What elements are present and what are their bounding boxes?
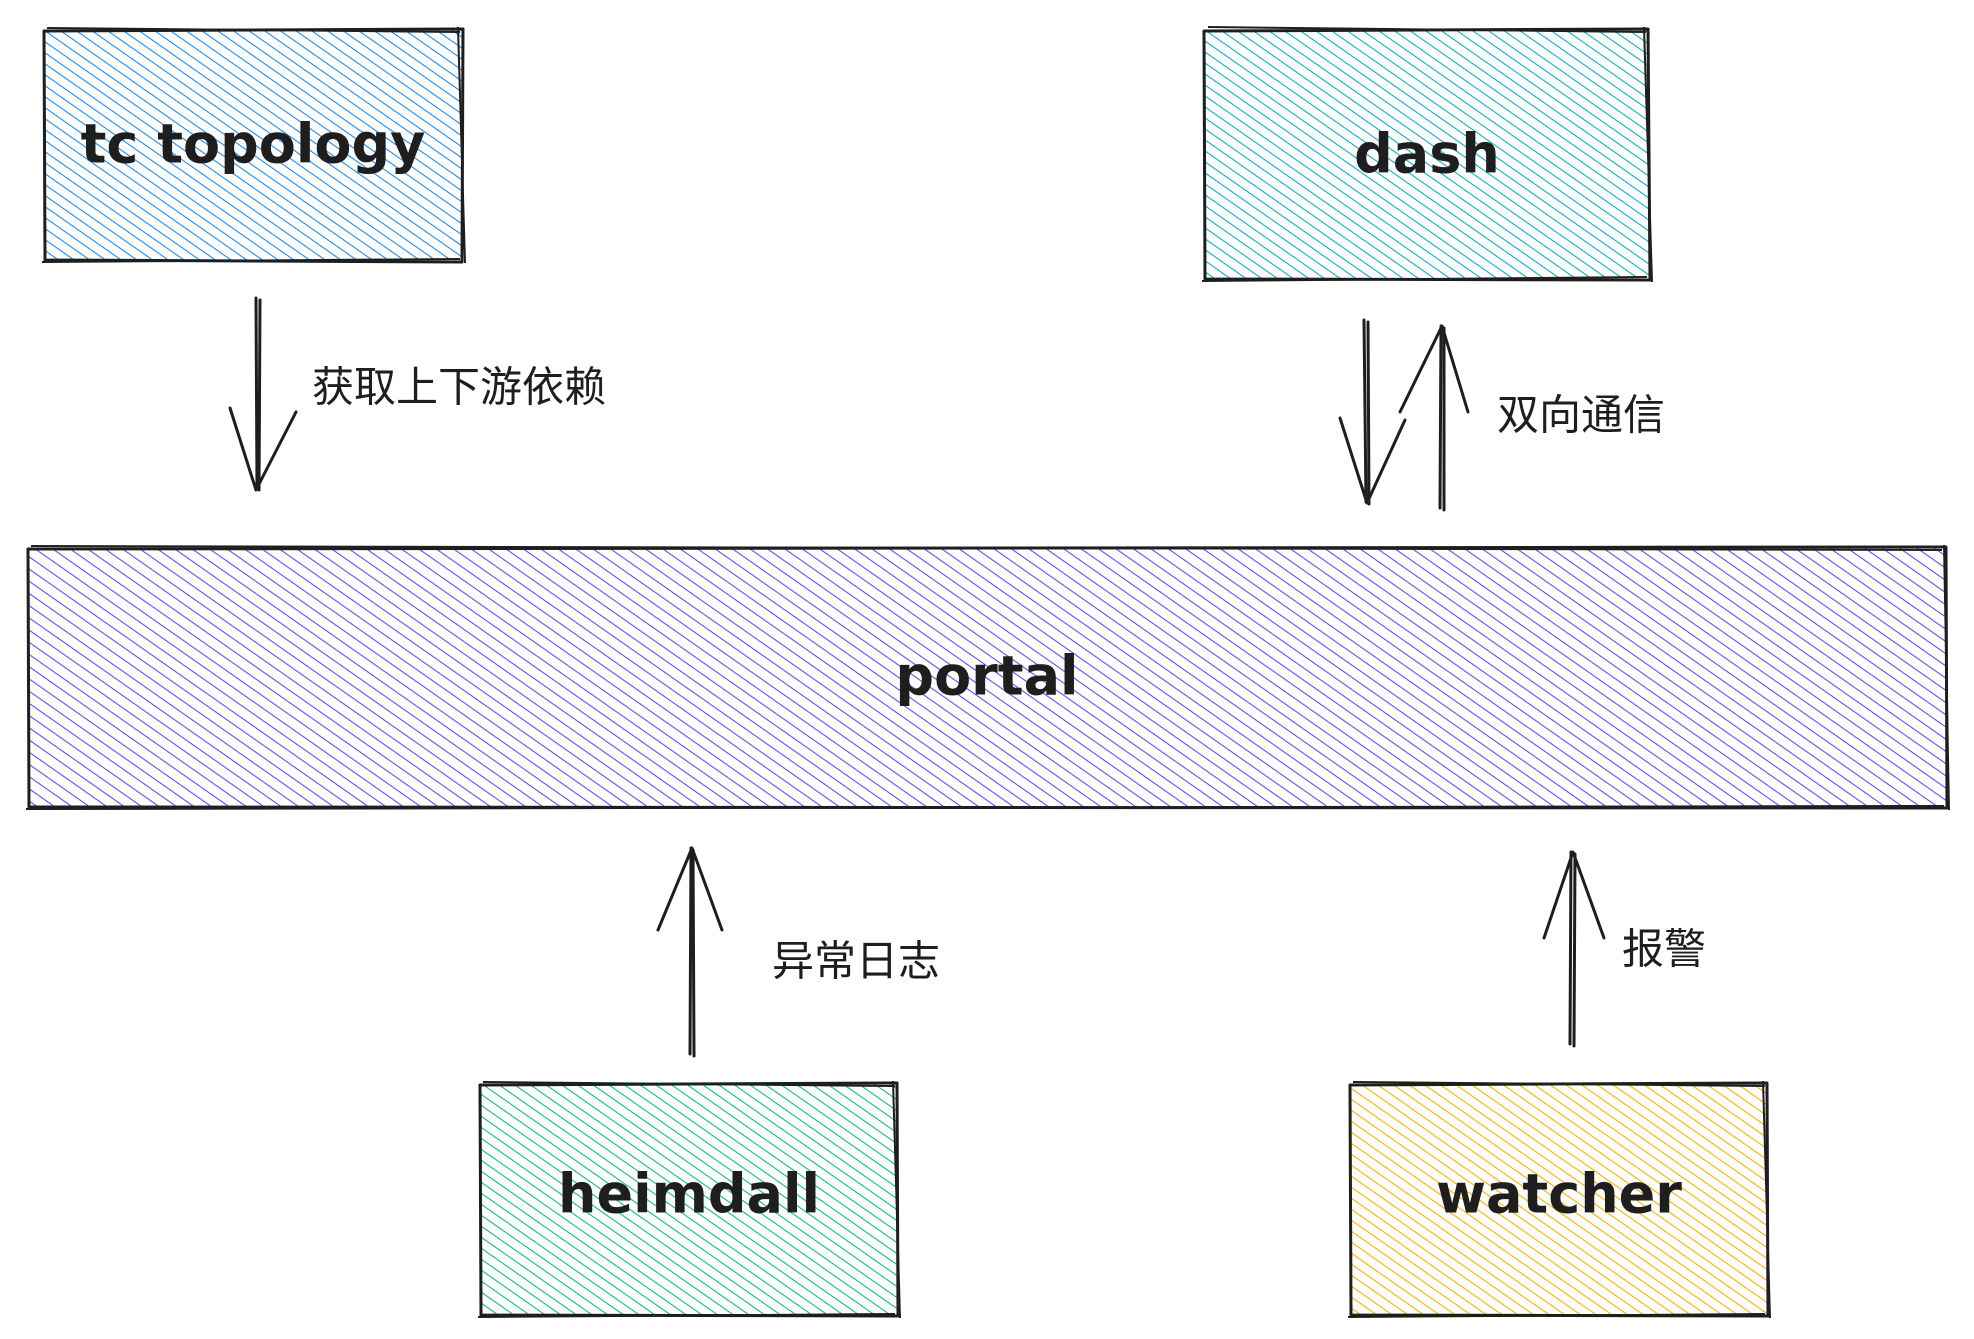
topology-to-portal-arrow [228,296,298,492]
portal-node[interactable]: portal [25,544,1950,811]
heimdall-to-portal-arrow [656,846,724,1058]
watcher-label: watcher [1436,1163,1682,1226]
portal-to-dash-arrow [1398,324,1470,512]
dash-label: dash [1354,123,1500,186]
dash-node[interactable]: dash [1201,26,1653,283]
dash-to-portal-arrow [1338,318,1407,506]
watcher-to-portal-arrow [1542,850,1606,1048]
topology-to-portal-label: 获取上下游依赖 [312,363,606,412]
tc-topology-node[interactable]: tc topology [41,26,466,264]
portal-label: portal [895,645,1078,708]
heimdall-to-portal-label: 异常日志 [772,937,940,986]
tc-topology-label: tc topology [81,113,426,176]
architecture-diagram: tc topology dash portal heimdall watcher… [25,26,1950,1319]
watcher-to-portal-label: 报警 [1622,925,1706,974]
heimdall-label: heimdall [558,1163,820,1226]
watcher-node[interactable]: watcher [1347,1080,1771,1319]
dash-portal-label: 双向通信 [1497,391,1665,440]
heimdall-node[interactable]: heimdall [477,1080,901,1319]
